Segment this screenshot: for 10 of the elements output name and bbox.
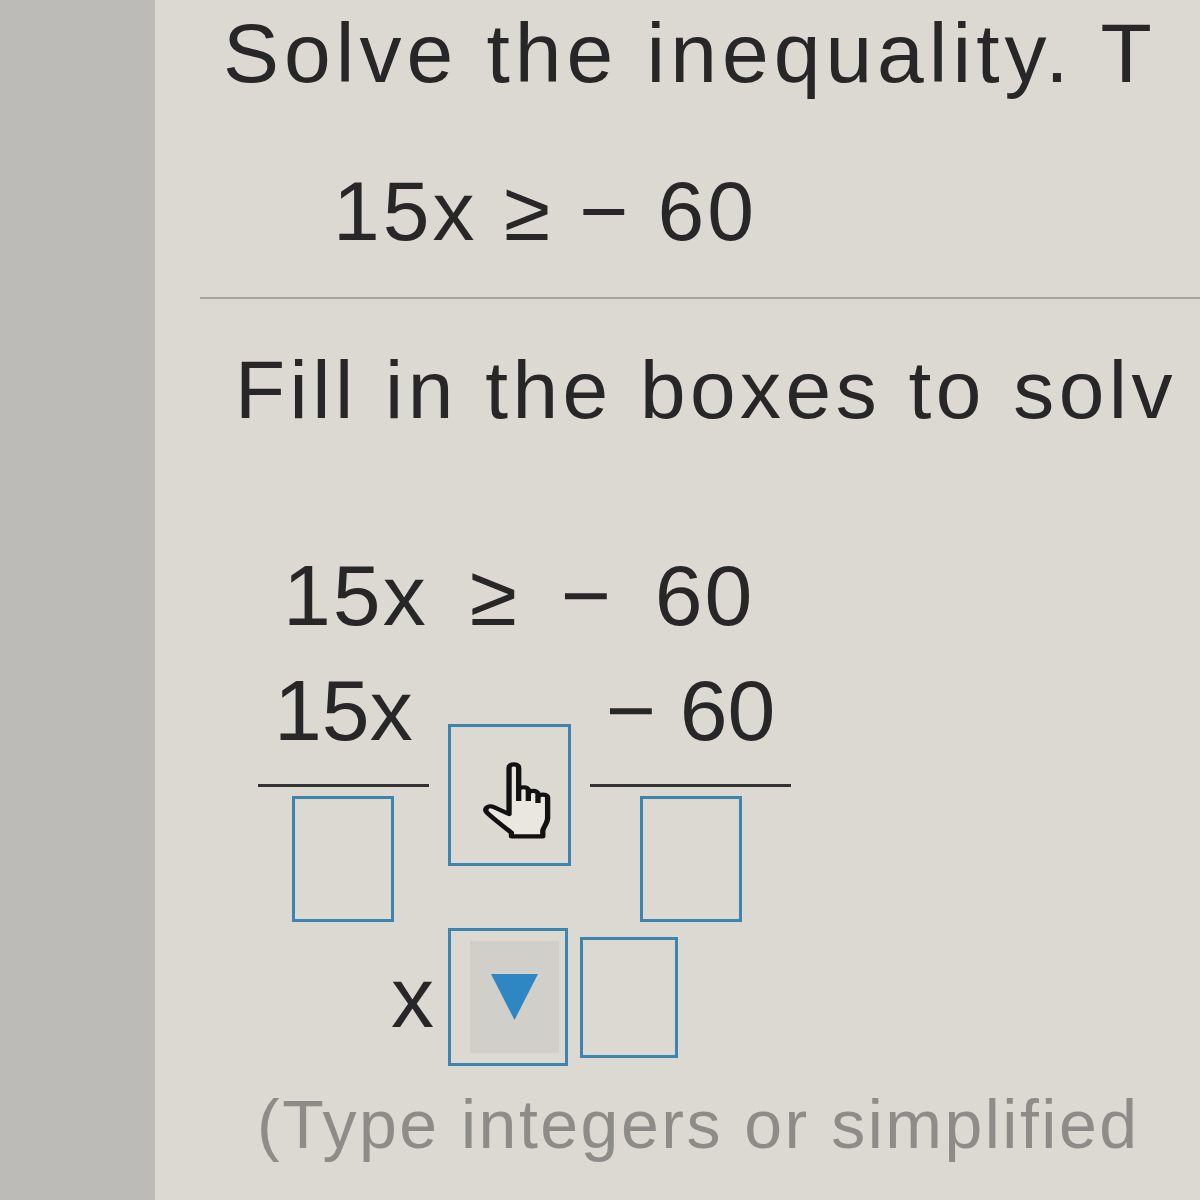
caret-icon <box>491 974 538 1020</box>
relation-dropdown[interactable] <box>448 928 568 1066</box>
numerator-text: 15x <box>273 667 414 753</box>
hand-cursor-icon <box>483 760 552 839</box>
math-text: x <box>391 954 436 1040</box>
numerator-text: − 60 <box>604 667 777 753</box>
instruction-text: Fill in the boxes to solv <box>235 349 1177 431</box>
inequality-text: 15x ≥ − 60 <box>333 169 758 253</box>
answer-box[interactable] <box>447 723 571 866</box>
math-text: 15x ≥ − 60 <box>283 552 755 638</box>
